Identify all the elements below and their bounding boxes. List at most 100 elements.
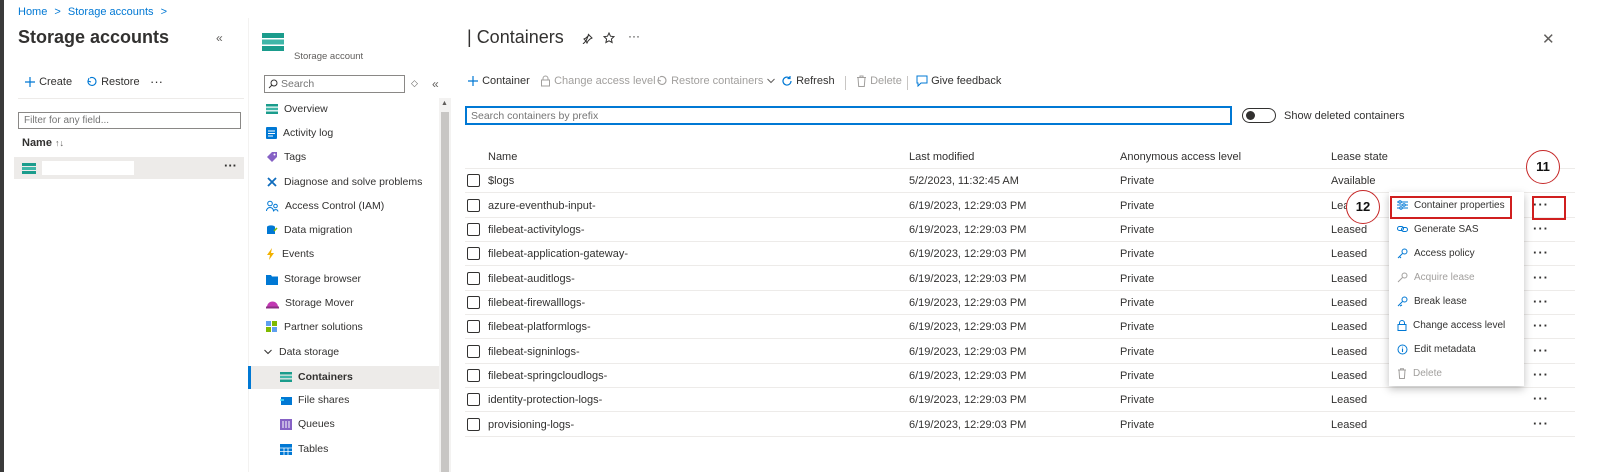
data-migration-icon bbox=[267, 225, 278, 235]
container-name[interactable]: identity-protection-logs- bbox=[488, 394, 602, 406]
table-row[interactable]: identity-protection-logs- 6/19/2023, 12:… bbox=[465, 388, 1575, 412]
menu-break-lease[interactable]: Break lease bbox=[1397, 296, 1467, 307]
last-modified: 6/19/2023, 12:29:03 PM bbox=[909, 297, 1027, 309]
row-more-button[interactable]: ··· bbox=[1533, 416, 1549, 431]
menu-item-queues[interactable]: Queues bbox=[280, 413, 335, 435]
menu-item-tables[interactable]: Tables bbox=[280, 438, 328, 460]
scroll-up-icon[interactable]: ▲ bbox=[441, 100, 448, 107]
container-name[interactable]: filebeat-application-gateway- bbox=[488, 248, 628, 260]
lease-state: Leased bbox=[1331, 419, 1368, 431]
delete-button[interactable]: Delete bbox=[856, 75, 902, 88]
menu-item-storage-mover[interactable]: Storage Mover bbox=[266, 292, 354, 314]
menu-item-containers[interactable]: Containers bbox=[280, 366, 353, 388]
menu-scrollbar-thumb[interactable] bbox=[441, 112, 449, 472]
container-name[interactable]: filebeat-firewalllogs- bbox=[488, 297, 585, 309]
menu-item-partner-solutions[interactable]: Partner solutions bbox=[266, 316, 363, 338]
more-actions-button[interactable]: ··· bbox=[150, 74, 163, 89]
row-checkbox[interactable] bbox=[467, 296, 480, 309]
menu-generate-sas[interactable]: Generate SAS bbox=[1397, 224, 1478, 235]
row-more-button[interactable]: ··· bbox=[1533, 294, 1549, 309]
give-feedback-button[interactable]: Give feedback bbox=[916, 75, 1001, 88]
restore-containers-button[interactable]: Restore containers bbox=[656, 75, 776, 87]
row-more-button[interactable]: ··· bbox=[1533, 318, 1549, 333]
row-checkbox[interactable] bbox=[467, 320, 480, 333]
menu-access-policy[interactable]: Access policy bbox=[1397, 248, 1475, 259]
row-more-button[interactable]: ··· bbox=[1533, 391, 1549, 406]
people-icon bbox=[266, 200, 279, 212]
breadcrumb-home[interactable]: Home bbox=[18, 6, 47, 18]
row-checkbox[interactable] bbox=[467, 393, 480, 406]
menu-item-activity-log[interactable]: Activity log bbox=[266, 122, 333, 144]
row-checkbox[interactable] bbox=[467, 223, 480, 236]
breadcrumb-storage-accounts[interactable]: Storage accounts bbox=[68, 6, 154, 18]
collapse-left-pane-button[interactable]: « bbox=[216, 31, 223, 45]
table-row[interactable]: $logs 5/2/2023, 11:32:45 AM Private Avai… bbox=[465, 169, 1575, 193]
container-name[interactable]: filebeat-springcloudlogs- bbox=[488, 370, 607, 382]
column-header-lease-state[interactable]: Lease state bbox=[1331, 151, 1388, 163]
menu-item-tags[interactable]: Tags bbox=[266, 146, 306, 168]
menu-change-access-level[interactable]: Change access level bbox=[1397, 320, 1505, 331]
refresh-button[interactable]: Refresh bbox=[781, 75, 835, 87]
container-name[interactable]: filebeat-activitylogs- bbox=[488, 224, 585, 236]
show-deleted-label: Show deleted containers bbox=[1284, 110, 1405, 122]
add-container-button[interactable]: Container bbox=[467, 75, 530, 87]
column-header-access-level[interactable]: Anonymous access level bbox=[1120, 151, 1241, 163]
undo-icon bbox=[87, 77, 97, 87]
menu-group-data-storage[interactable]: Data storage bbox=[263, 341, 339, 363]
container-name[interactable]: azure-eventhub-input- bbox=[488, 200, 596, 212]
create-button[interactable]: Create bbox=[24, 76, 72, 88]
menu-item-events[interactable]: Events bbox=[266, 243, 314, 265]
row-checkbox[interactable] bbox=[467, 247, 480, 260]
container-name[interactable]: filebeat-auditlogs- bbox=[488, 273, 575, 285]
row-more-button[interactable]: ··· bbox=[1533, 343, 1549, 358]
row-checkbox[interactable] bbox=[467, 418, 480, 431]
page-title: | Containers bbox=[467, 27, 564, 47]
change-access-level-label: Change access level bbox=[554, 75, 656, 87]
storage-account-row[interactable]: ··· bbox=[14, 157, 244, 179]
container-name[interactable]: filebeat-signinlogs- bbox=[488, 346, 580, 358]
filter-input[interactable] bbox=[18, 112, 241, 129]
menu-item-iam[interactable]: Access Control (IAM) bbox=[266, 195, 384, 217]
container-name[interactable]: $logs bbox=[488, 175, 514, 187]
menu-item-file-shares[interactable]: File shares bbox=[280, 389, 349, 411]
toggle-knob bbox=[1246, 111, 1255, 120]
close-button[interactable]: ✕ bbox=[1542, 30, 1555, 48]
container-name[interactable]: provisioning-logs- bbox=[488, 419, 574, 431]
column-header-name[interactable]: Name bbox=[488, 151, 517, 163]
divider bbox=[18, 98, 244, 99]
row-checkbox[interactable] bbox=[467, 174, 480, 187]
title-more-button[interactable]: ··· bbox=[628, 29, 640, 43]
name-column-header[interactable]: Name ↑↓ bbox=[22, 137, 64, 149]
container-name[interactable]: filebeat-platformlogs- bbox=[488, 321, 591, 333]
menu-acquire-lease[interactable]: Acquire lease bbox=[1397, 272, 1475, 283]
table-row[interactable]: provisioning-logs- 6/19/2023, 12:29:03 P… bbox=[465, 413, 1575, 437]
menu-delete[interactable]: Delete bbox=[1397, 368, 1442, 379]
pin-icon[interactable] bbox=[582, 33, 593, 44]
key-icon bbox=[1397, 248, 1408, 259]
row-more-button[interactable]: ··· bbox=[1533, 245, 1549, 260]
row-more-button[interactable]: ··· bbox=[224, 158, 237, 173]
menu-item-overview[interactable]: Overview bbox=[266, 98, 328, 120]
column-header-last-modified[interactable]: Last modified bbox=[909, 151, 974, 163]
collapse-menu-button[interactable]: « bbox=[432, 77, 439, 91]
access-level: Private bbox=[1120, 419, 1155, 431]
row-checkbox[interactable] bbox=[467, 369, 480, 382]
menu-edit-metadata[interactable]: Edit metadata bbox=[1397, 344, 1476, 355]
change-access-level-button[interactable]: Change access level bbox=[540, 75, 656, 87]
row-more-button[interactable]: ··· bbox=[1533, 367, 1549, 382]
menu-search-input[interactable] bbox=[264, 75, 405, 93]
menu-item-diagnose[interactable]: Diagnose and solve problems bbox=[266, 171, 422, 193]
row-checkbox[interactable] bbox=[467, 345, 480, 358]
container-search-input[interactable] bbox=[465, 106, 1232, 125]
last-modified: 6/19/2023, 12:29:03 PM bbox=[909, 394, 1027, 406]
menu-item-storage-browser[interactable]: Storage browser bbox=[266, 268, 361, 290]
row-checkbox[interactable] bbox=[467, 272, 480, 285]
row-more-button[interactable]: ··· bbox=[1533, 221, 1549, 236]
access-level: Private bbox=[1120, 273, 1155, 285]
row-checkbox[interactable] bbox=[467, 199, 480, 212]
menu-item-data-migration[interactable]: Data migration bbox=[266, 219, 352, 241]
row-more-button[interactable]: ··· bbox=[1533, 270, 1549, 285]
menu-options-icon[interactable]: ◇ bbox=[411, 78, 418, 89]
restore-button[interactable]: Restore bbox=[86, 76, 140, 88]
star-icon[interactable] bbox=[603, 32, 615, 44]
